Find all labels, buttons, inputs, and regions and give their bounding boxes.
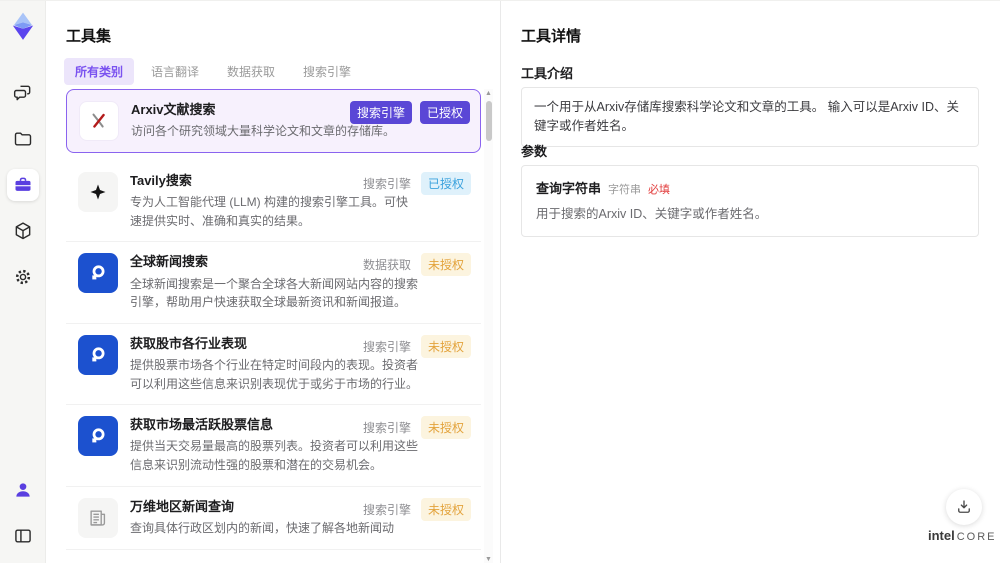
tab-language-translation[interactable]: 语言翻译 (140, 58, 210, 85)
intro-heading: 工具介绍 (521, 66, 574, 81)
auth-status-badge: 未授权 (420, 497, 471, 521)
left-rail (0, 1, 46, 563)
app-logo-icon (6, 9, 40, 43)
page-title: 工具集 (66, 28, 112, 45)
intel-core-logo: intel core (928, 527, 995, 545)
tool-description: 提供股票市场各个行业在特定时间段内的表现。投资者可以利用这些信息来识别表现优于或… (130, 357, 419, 391)
arxiv-logo-icon (79, 101, 119, 141)
tool-description: 全球新闻搜索是一个聚合全球各大新闻网站内容的搜索引擎，帮助用户快速获取全球最新资… (130, 276, 419, 310)
toolbox-icon (13, 175, 33, 195)
tool-card-arxiv[interactable]: Arxiv文献搜索 访问各个研究领域大量科学论文和文章的存储库。 搜索引擎 已授… (66, 89, 481, 153)
news-search-icon (78, 334, 118, 375)
list-scrollbar[interactable]: ▲ ▼ (484, 89, 493, 563)
tool-card-sector-performance[interactable]: 获取股市各行业表现 提供股票市场各个行业在特定时间段内的表现。投资者可以利用这些… (66, 323, 481, 406)
tool-list-panel: 工具集 所有类别 语言翻译 数据获取 搜索引擎 Arxiv文献搜索 访问各个研究… (46, 1, 500, 563)
sidebar-item-chat[interactable] (7, 77, 39, 109)
parameter-required-badge: 必填 (648, 184, 671, 196)
tool-card-most-active-stocks[interactable]: 获取市场最活跃股票信息 提供当天交易量最高的股票列表。投资者可以利用这些信息来识… (66, 405, 481, 487)
download-icon (955, 498, 973, 516)
brand-core-text: core (956, 531, 997, 543)
category-badge: 数据获取 (362, 258, 411, 273)
auth-status-badge: 未授权 (420, 334, 471, 358)
parameter-description: 用于搜索的Arxiv ID、关键字或作者姓名。 (536, 207, 768, 221)
parameter-type: 字符串 (608, 184, 642, 196)
category-badge: 搜索引擎 (362, 421, 411, 436)
sidebar-item-collapse[interactable] (7, 520, 39, 552)
news-search-icon (78, 253, 118, 294)
tool-description: 访问各个研究领域大量科学论文和文章的存储库。 (131, 124, 396, 139)
auth-status-badge: 未授权 (420, 416, 471, 440)
auth-status-badge: 已授权 (419, 101, 470, 124)
tab-search-engine[interactable]: 搜索引擎 (292, 58, 362, 85)
news-search-icon (78, 416, 118, 457)
tool-card-regional-news[interactable]: 万维地区新闻查询 查询具体行政区划内的新闻，快速了解各地新闻动 搜索引擎 未授权 (66, 486, 481, 550)
download-button[interactable] (946, 489, 982, 525)
category-badge: 搜索引擎 (349, 101, 412, 124)
app-window: 工具集 所有类别 语言翻译 数据获取 搜索引擎 Arxiv文献搜索 访问各个研究… (0, 0, 1000, 563)
tool-list: Arxiv文献搜索 访问各个研究领域大量科学论文和文章的存储库。 搜索引擎 已授… (66, 89, 481, 563)
tool-description: 专为人工智能代理 (LLM) 构建的搜索引擎工具。可快速提供实时、准确和真实的结… (130, 195, 409, 228)
panel-toggle-icon (13, 526, 33, 546)
category-tabs: 所有类别 语言翻译 数据获取 搜索引擎 (64, 58, 362, 85)
newspaper-icon (78, 497, 118, 538)
auth-status-badge: 已授权 (420, 172, 471, 195)
tab-all-categories[interactable]: 所有类别 (64, 58, 135, 85)
tab-data-fetch[interactable]: 数据获取 (216, 58, 286, 85)
sidebar-item-tools[interactable] (6, 169, 39, 201)
tool-card-global-news[interactable]: 全球新闻搜索 全球新闻搜索是一个聚合全球各大新闻网站内容的搜索引擎，帮助用户快速… (66, 242, 481, 324)
auth-status-badge: 未授权 (420, 253, 471, 277)
scroll-down-icon[interactable]: ▼ (484, 555, 493, 563)
chat-icon (13, 83, 33, 103)
folder-icon (13, 129, 33, 149)
sidebar-item-settings[interactable] (7, 261, 39, 293)
sidebar-item-models[interactable] (7, 215, 39, 247)
tavily-star-icon (78, 172, 118, 212)
sidebar-item-files[interactable] (7, 123, 39, 155)
tool-intro-text: 一个用于从Arxiv存储库搜索科学论文和文章的工具。 输入可以是Arxiv ID… (521, 87, 979, 147)
sidebar-item-account[interactable] (7, 474, 39, 506)
brand-intel-text: intel (928, 528, 955, 543)
cube-icon (13, 221, 33, 241)
tool-description: 提供当天交易量最高的股票列表。投资者可以利用这些信息来识别流动性强的股票和潜在的… (130, 439, 419, 472)
category-badge: 搜索引擎 (362, 177, 411, 191)
tool-description: 查询具体行政区划内的新闻，快速了解各地新闻动 (130, 520, 395, 535)
scroll-up-icon[interactable]: ▲ (484, 89, 493, 98)
parameter-item: 查询字符串 字符串 必填 用于搜索的Arxiv ID、关键字或作者姓名。 (521, 165, 979, 237)
params-heading: 参数 (521, 144, 548, 159)
tool-card-tavily[interactable]: Tavily搜索 专为人工智能代理 (LLM) 构建的搜索引擎工具。可快速提供实… (66, 161, 481, 243)
parameter-name: 查询字符串 (536, 181, 602, 196)
details-title: 工具详情 (521, 28, 582, 45)
user-avatar-icon (13, 480, 33, 500)
gear-icon (13, 267, 33, 287)
tool-details-panel: 工具详情 工具介绍 一个用于从Arxiv存储库搜索科学论文和文章的工具。 输入可… (500, 1, 1000, 563)
scrollbar-thumb[interactable] (485, 101, 492, 141)
category-badge: 搜索引擎 (362, 502, 411, 517)
category-badge: 搜索引擎 (362, 339, 411, 354)
